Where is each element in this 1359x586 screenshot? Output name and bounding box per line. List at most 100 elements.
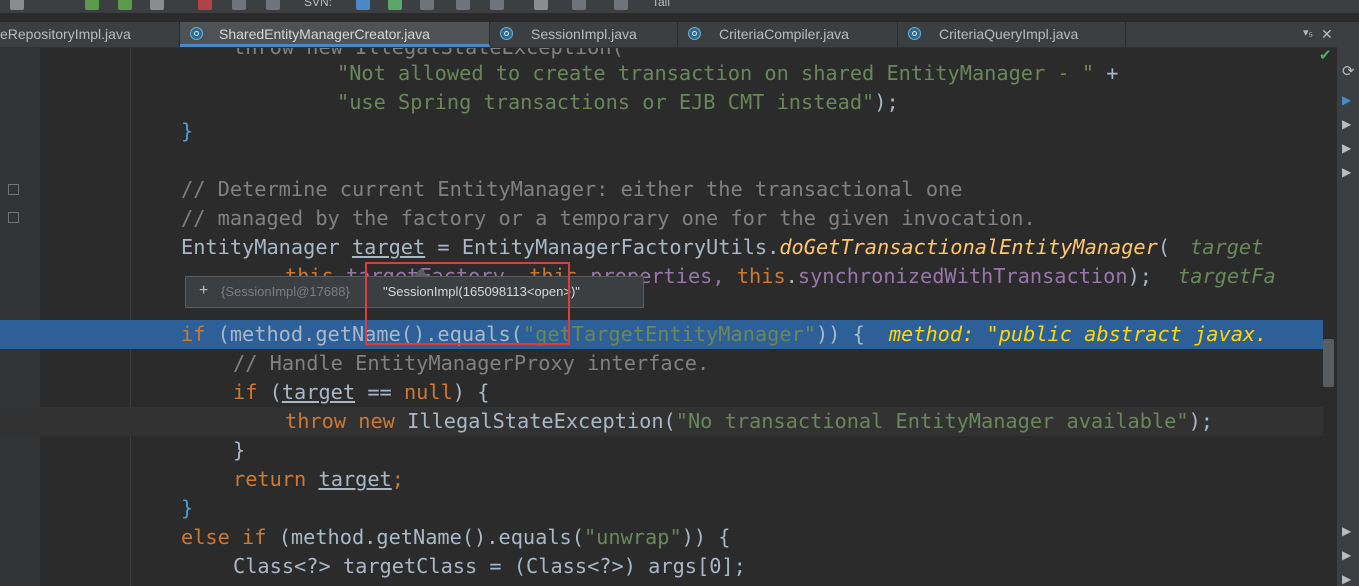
code-text: IllegalStateException( bbox=[394, 409, 676, 433]
object-id-label: {SessionImpl@17688} bbox=[221, 284, 350, 299]
expand-arrow-icon[interactable]: ▶ bbox=[1342, 572, 1351, 586]
jrebel-debug-icon[interactable] bbox=[118, 0, 132, 10]
code-text: Class<?> targetClass = (Class<?>) args[0… bbox=[233, 554, 746, 578]
close-editor-button[interactable]: ✕ bbox=[1321, 26, 1333, 43]
code-text: ( bbox=[257, 380, 282, 404]
refresh-icon[interactable]: ⟳ bbox=[1342, 62, 1355, 80]
tab-shared-entity-manager-creator[interactable]: SharedEntityManagerCreator.java bbox=[180, 22, 490, 47]
code-text: ); bbox=[1188, 409, 1214, 433]
code-text: ) { bbox=[452, 380, 490, 404]
code-text: == bbox=[355, 380, 404, 404]
main-toolbar: SVN: Tail bbox=[0, 0, 1359, 13]
code-line: } bbox=[0, 494, 193, 523]
java-class-icon bbox=[190, 27, 203, 40]
editor-tab-bar: eRepositoryImpl.java SharedEntityManager… bbox=[0, 22, 1337, 48]
code-line: // managed by the factory or a temporary… bbox=[0, 204, 1036, 233]
code-line: // Handle EntityManagerProxy interface. bbox=[0, 349, 709, 378]
revert-icon[interactable] bbox=[490, 0, 504, 10]
toolbar-icon[interactable] bbox=[10, 0, 24, 10]
inspection-ok-icon[interactable]: ✔ bbox=[1319, 46, 1332, 64]
field-name: synchronizedWithTransaction bbox=[797, 264, 1128, 288]
toolbar-icon[interactable] bbox=[232, 0, 246, 10]
svn-commit-icon[interactable] bbox=[388, 0, 402, 10]
code-text: } bbox=[233, 438, 246, 462]
java-class-icon bbox=[500, 27, 513, 40]
expand-plus-icon[interactable]: + bbox=[199, 282, 208, 300]
code-line: throw new IllegalStateException("No tran… bbox=[0, 407, 1323, 436]
code-line: else if (method.getName().equals("unwrap… bbox=[0, 523, 731, 552]
code-line: } bbox=[0, 117, 193, 146]
tab-label: SessionImpl.java bbox=[531, 26, 637, 42]
code-line: if (target == null) { bbox=[0, 378, 489, 407]
variable-target[interactable]: target bbox=[282, 380, 355, 404]
code-line: Class<?> targetClass = (Class<?>) args[0… bbox=[0, 552, 746, 581]
expand-arrow-icon[interactable]: ▶ bbox=[1342, 548, 1351, 562]
history-icon[interactable] bbox=[456, 0, 470, 10]
tab-label: eRepositoryImpl.java bbox=[0, 26, 131, 42]
code-text: ; bbox=[391, 467, 404, 491]
inline-debug-hint: method: "public abstract javax. bbox=[888, 322, 1268, 346]
toolbar-icon[interactable] bbox=[614, 0, 628, 10]
code-line: // Determine current EntityManager: eith… bbox=[0, 175, 962, 204]
string-literal: "Not allowed to create transaction on sh… bbox=[337, 61, 1095, 85]
code-editor[interactable]: throw new IllegalStateException( "Not al… bbox=[0, 48, 1323, 586]
code-line: "use Spring transactions or EJB CMT inst… bbox=[0, 88, 899, 117]
jrebel-icon[interactable] bbox=[85, 0, 99, 10]
resume-arrow-icon[interactable]: ▶ bbox=[1342, 93, 1351, 107]
method-name: doGetTransactionalEntityManager bbox=[779, 235, 1158, 259]
tab-repository-impl[interactable]: eRepositoryImpl.java bbox=[0, 22, 180, 47]
wrench-icon[interactable] bbox=[534, 0, 548, 10]
code-text: + bbox=[1094, 61, 1119, 85]
code-text: )) { bbox=[815, 322, 865, 346]
tail-label: Tail bbox=[652, 0, 671, 9]
expand-arrow-icon[interactable]: ▶ bbox=[1342, 141, 1351, 155]
code-line: } bbox=[0, 436, 245, 465]
tab-criteria-query-impl[interactable]: CriteriaQueryImpl.java bbox=[898, 22, 1126, 47]
brace: } bbox=[181, 496, 194, 520]
svn-label: SVN: bbox=[304, 0, 333, 9]
tab-session-impl[interactable]: SessionImpl.java bbox=[490, 22, 678, 47]
comment: // Determine current EntityManager: eith… bbox=[181, 177, 963, 201]
code-text: (method.getName().equals( bbox=[266, 525, 584, 549]
code-text: ); bbox=[1127, 264, 1152, 288]
code-line: return target; bbox=[0, 465, 404, 494]
code-text: EntityManager bbox=[181, 235, 352, 259]
keyword: if bbox=[181, 322, 206, 346]
svn-update-icon[interactable] bbox=[356, 0, 370, 10]
tab-overflow-menu[interactable]: ▾₅ bbox=[1303, 26, 1313, 39]
keyword: throw new bbox=[285, 409, 395, 433]
inline-debug-hint: targetFa bbox=[1177, 264, 1276, 288]
inline-debug-hint: target bbox=[1190, 235, 1264, 259]
stop-icon[interactable] bbox=[198, 0, 212, 10]
code-text: throw new IllegalStateException( bbox=[233, 48, 624, 59]
code-text: ( bbox=[1157, 235, 1171, 259]
code-text: )) { bbox=[681, 525, 731, 549]
toolbar-icon[interactable] bbox=[266, 0, 280, 10]
string-literal: "No transactional EntityManager availabl… bbox=[675, 409, 1189, 433]
code-text: ); bbox=[874, 90, 899, 114]
toolbar-icon[interactable] bbox=[572, 0, 586, 10]
comment: // Handle EntityManagerProxy interface. bbox=[233, 351, 710, 375]
code-line: "Not allowed to create transaction on sh… bbox=[0, 59, 1118, 88]
java-class-icon bbox=[908, 27, 921, 40]
code-text: . bbox=[785, 264, 798, 288]
expand-arrow-icon[interactable]: ▶ bbox=[1342, 117, 1351, 131]
tab-label: CriteriaQueryImpl.java bbox=[939, 26, 1079, 42]
keyword: this bbox=[736, 264, 786, 288]
string-literal: "unwrap" bbox=[583, 525, 682, 549]
execution-line: if (method.getName().equals("getTargetEn… bbox=[0, 320, 1323, 349]
expand-arrow-icon[interactable]: ▶ bbox=[1342, 165, 1351, 179]
variable-target[interactable]: target bbox=[352, 235, 425, 259]
keyword: if bbox=[233, 380, 258, 404]
keyword: return bbox=[233, 467, 307, 491]
variable-target[interactable]: target bbox=[318, 467, 391, 491]
svn-push-icon[interactable] bbox=[420, 0, 434, 10]
vertical-scrollbar[interactable] bbox=[1323, 339, 1334, 387]
expand-arrow-icon[interactable]: ▶ bbox=[1342, 524, 1351, 538]
tab-label: CriteriaCompiler.java bbox=[719, 26, 849, 42]
tab-criteria-compiler[interactable]: CriteriaCompiler.java bbox=[678, 22, 898, 47]
brace: } bbox=[181, 119, 194, 143]
toolbar-icon[interactable] bbox=[150, 0, 164, 10]
string-literal: "use Spring transactions or EJB CMT inst… bbox=[337, 90, 875, 114]
